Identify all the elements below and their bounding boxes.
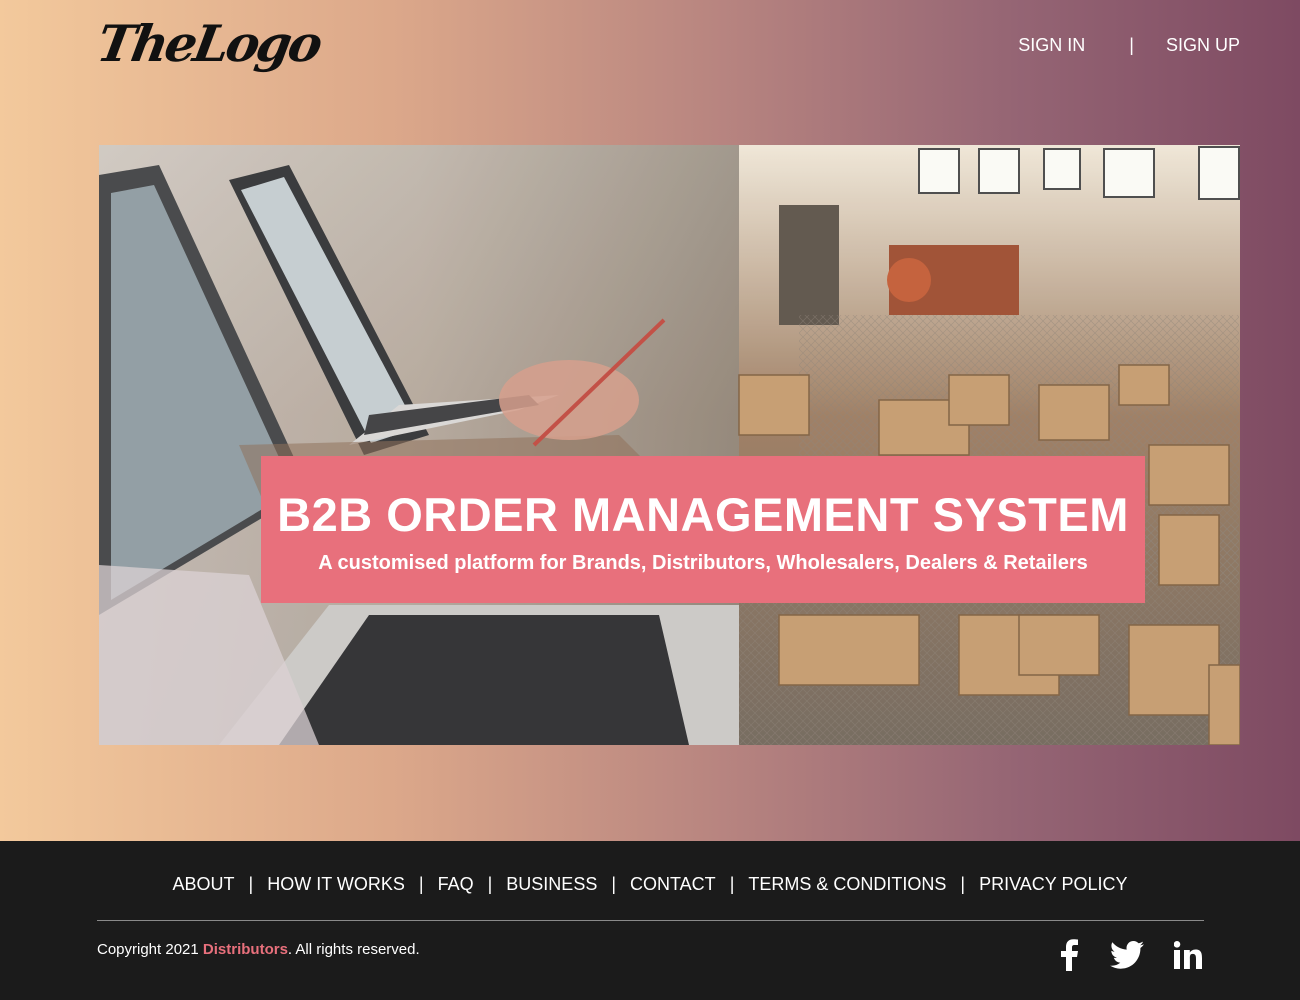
- hero-image: B2B ORDER MANAGEMENT SYSTEM A customised…: [99, 145, 1240, 745]
- sign-in-link[interactable]: SIGN IN: [1018, 35, 1085, 56]
- facebook-icon[interactable]: [1058, 939, 1080, 976]
- footer-link-contact[interactable]: CONTACT: [630, 874, 716, 895]
- footer-link-about[interactable]: ABOUT: [173, 874, 235, 895]
- linkedin-icon[interactable]: [1173, 941, 1202, 974]
- social-links: [1058, 939, 1202, 976]
- footer-separator: |: [611, 874, 617, 894]
- hero-banner: B2B ORDER MANAGEMENT SYSTEM A customised…: [261, 456, 1145, 603]
- sign-up-link[interactable]: SIGN UP: [1166, 35, 1240, 56]
- site-footer: ABOUT | HOW IT WORKS | FAQ | BUSINESS | …: [0, 841, 1300, 1000]
- auth-links: SIGN IN | SIGN UP: [1018, 34, 1240, 56]
- footer-separator: |: [248, 874, 254, 894]
- footer-separator: |: [729, 874, 735, 894]
- footer-link-how-it-works[interactable]: HOW IT WORKS: [267, 874, 405, 895]
- footer-divider: [97, 920, 1204, 921]
- footer-link-terms[interactable]: TERMS & CONDITIONS: [748, 874, 946, 895]
- footer-link-privacy[interactable]: PRIVACY POLICY: [979, 874, 1127, 895]
- footer-separator: |: [487, 874, 493, 894]
- hero-section: TheLogo SIGN IN | SIGN UP B2B ORDER MANA…: [0, 0, 1300, 841]
- hero-title: B2B ORDER MANAGEMENT SYSTEM: [277, 488, 1129, 541]
- footer-link-faq[interactable]: FAQ: [438, 874, 474, 895]
- twitter-icon[interactable]: [1109, 941, 1144, 974]
- footer-nav: ABOUT | HOW IT WORKS | FAQ | BUSINESS | …: [0, 874, 1300, 895]
- footer-separator: |: [960, 874, 966, 894]
- copyright-prefix: Copyright 2021: [97, 941, 203, 958]
- copyright-suffix: . All rights reserved.: [287, 941, 420, 958]
- hero-photo-collage: [99, 145, 1240, 745]
- copyright-text: Copyright 2021 Distributors. All rights …: [97, 941, 420, 958]
- copyright-brand[interactable]: Distributors: [203, 941, 288, 958]
- footer-separator: |: [418, 874, 424, 894]
- hero-subtitle: A customised platform for Brands, Distri…: [318, 552, 1088, 574]
- site-logo[interactable]: TheLogo: [93, 14, 325, 73]
- footer-link-business[interactable]: BUSINESS: [506, 874, 597, 895]
- auth-separator: |: [1129, 34, 1134, 55]
